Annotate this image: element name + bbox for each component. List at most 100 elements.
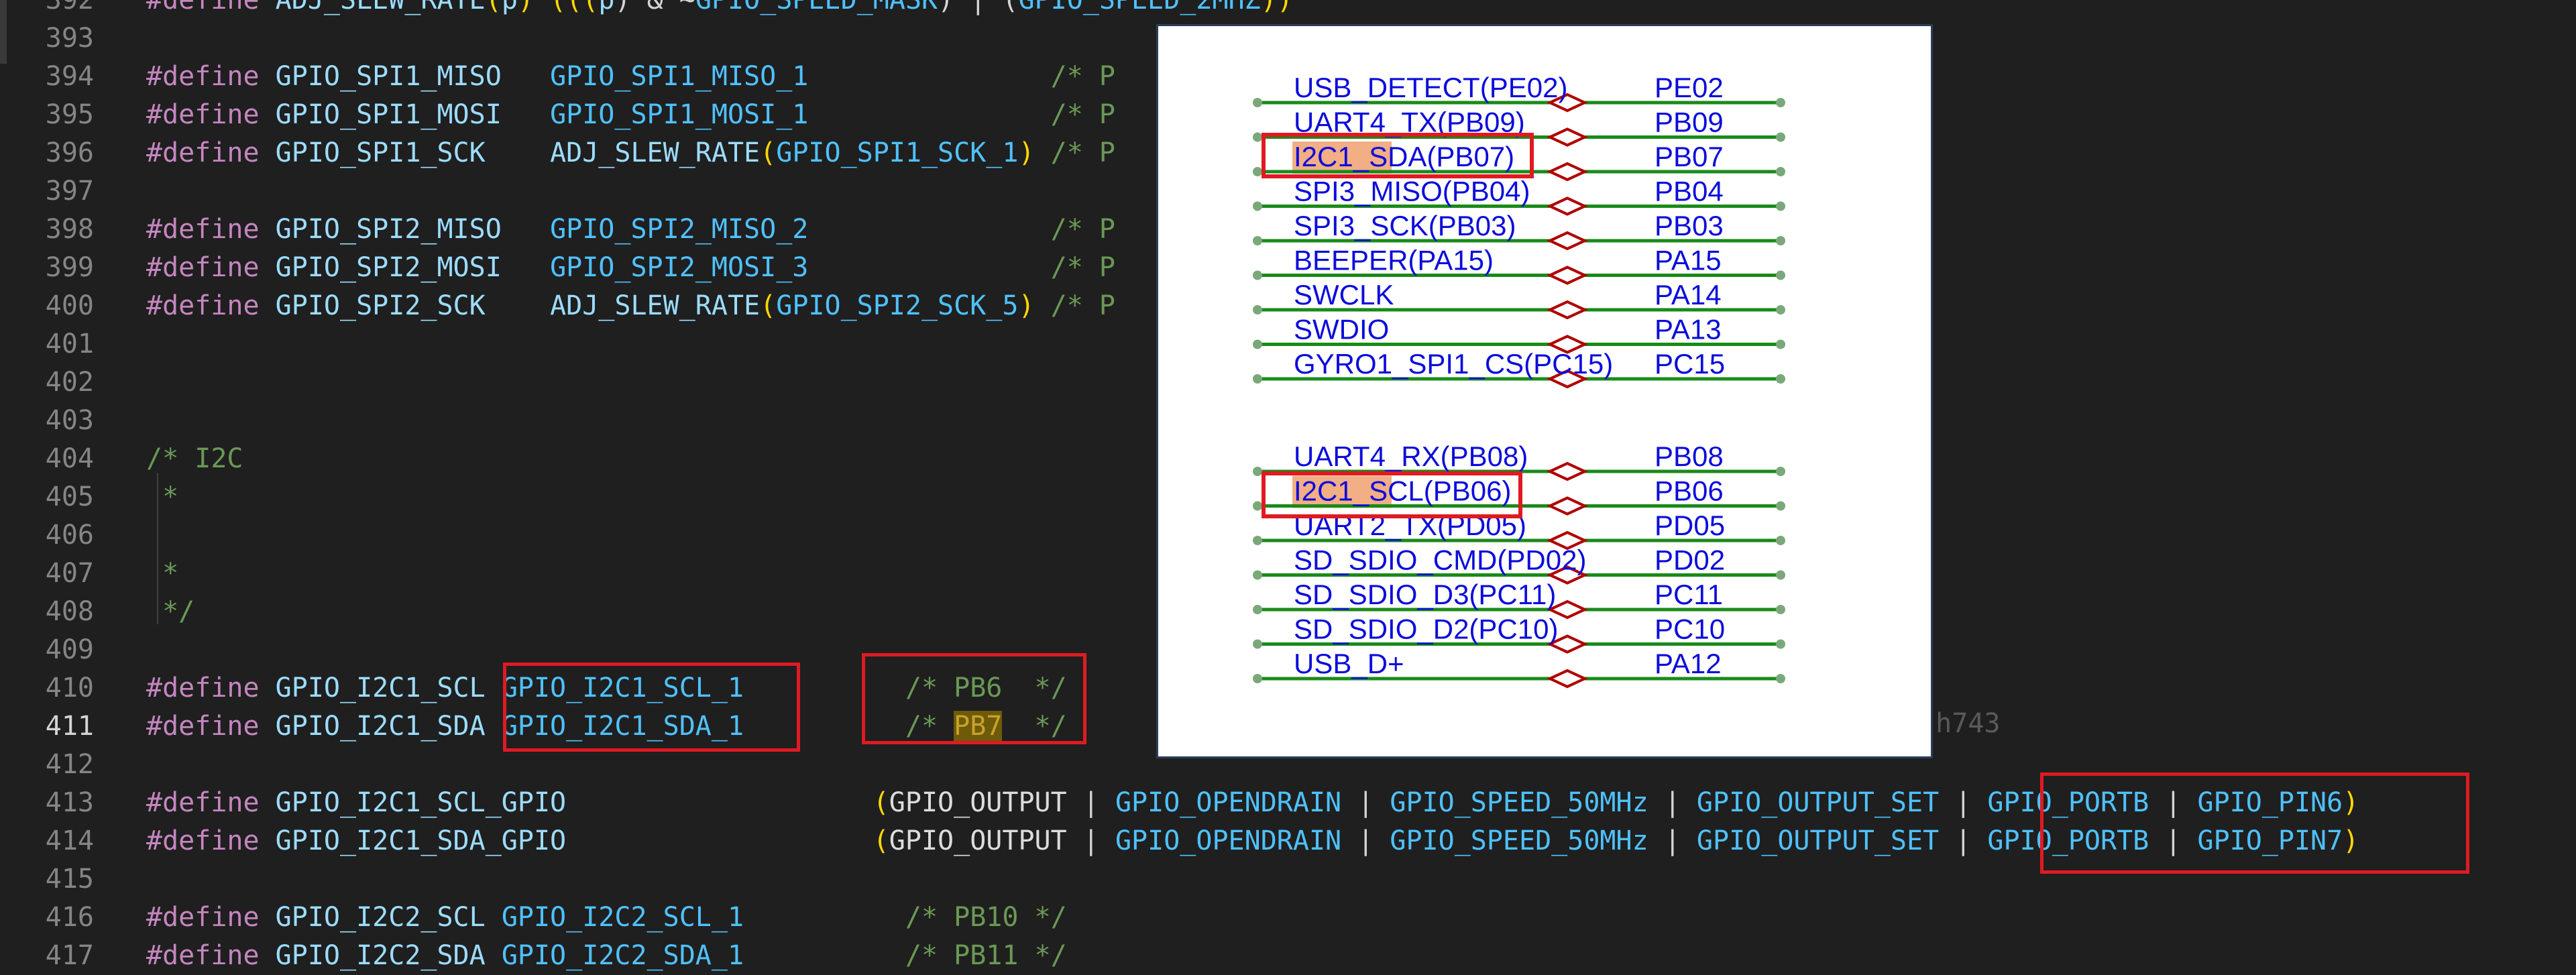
line-number: 411 [45, 711, 94, 742]
code-text[interactable]: */ [146, 593, 194, 631]
code-token: GPIO_SPI1_MISO [275, 61, 551, 92]
code-token: ) [517, 0, 551, 15]
code-token: GPIO_SPI1_MOSI_1 [550, 99, 1051, 130]
line-number: 394 [45, 61, 94, 92]
port-diamond [1547, 669, 1588, 689]
code-text[interactable]: #define GPIO_SPI2_MOSI GPIO_SPI2_MOSI_3 … [146, 249, 1115, 287]
code-token: ADJ_SLEW_RATE [275, 0, 486, 15]
code-token: ( [760, 290, 777, 321]
code-token: /* P [1050, 252, 1115, 283]
code-token: ( [485, 0, 502, 15]
wire-endpoint [1253, 305, 1262, 314]
code-text[interactable]: #define GPIO_SPI1_MOSI GPIO_SPI1_MOSI_1 … [146, 96, 1115, 134]
port-diamond [1547, 127, 1588, 147]
code-line[interactable]: 417 #define GPIO_I2C2_SDA GPIO_I2C2_SDA_1… [0, 937, 2576, 975]
code-text[interactable]: /* I2C [146, 440, 243, 478]
line-number: 393 [45, 23, 94, 54]
port-diamond [1547, 496, 1588, 516]
line-number: 402 [45, 367, 94, 398]
code-token: GPIO_I2C1_SCL_GPIO [275, 787, 873, 818]
code-text[interactable]: #define GPIO_I2C2_SCL GPIO_I2C2_SCL_1 /*… [146, 899, 1067, 937]
code-token: GPIO_I2C1_SCL [275, 673, 502, 703]
pin-label: PB06 [1655, 475, 1724, 507]
code-token: GPIO_SPI1_MOSI [275, 99, 551, 130]
wire-endpoint [1253, 374, 1262, 384]
wire-endpoint [1253, 570, 1262, 580]
code-token: GPIO_SPI1_SCK_1 [776, 137, 1019, 168]
annotation-box-i2c1-defines [503, 663, 800, 752]
wire-endpoint [1253, 639, 1262, 649]
code-text[interactable]: #define GPIO_SPI2_MISO GPIO_SPI2_MISO_2 … [146, 211, 1115, 249]
line-number: 397 [45, 176, 94, 207]
code-text[interactable]: #define GPIO_SPI2_SCK ADJ_SLEW_RATE(GPIO… [146, 287, 1115, 325]
code-token: ) | ( [938, 0, 1019, 15]
code-token: GPIO_I2C2_SCL [275, 902, 502, 933]
code-text[interactable]: #define ADJ_SLEW_RATE(p) (((p) & ~GPIO_S… [146, 0, 1293, 19]
pin-label: PC11 [1655, 579, 1723, 610]
code-token: GPIO_SPI2_MOSI_3 [550, 252, 1051, 283]
code-token: | [1939, 787, 1988, 818]
wire-endpoint [1253, 501, 1262, 511]
code-token: ( [760, 137, 777, 168]
port-diamond [1547, 266, 1588, 285]
code-token: #define [146, 290, 276, 321]
code-token: GPIO_SPEED_MASK [695, 0, 938, 15]
code-token: /* P [1050, 290, 1115, 321]
code-line[interactable]: 392 #define ADJ_SLEW_RATE(p) (((p) & ~GPI… [0, 0, 2576, 19]
code-token: GPIO_SPI2_SCK [275, 290, 551, 321]
line-number: 401 [45, 329, 94, 359]
code-token: * [146, 558, 179, 589]
line-number: 412 [45, 749, 94, 780]
signal-label: I2C1_SCL(PB06) [1294, 475, 1512, 507]
code-token: #define [146, 252, 276, 283]
code-token: GPIO_OUTPUT_SET [1696, 825, 1940, 856]
code-text[interactable]: * [146, 478, 178, 516]
code-token: GPIO_SPI2_SCK_5 [776, 290, 1019, 321]
code-token: | [1939, 825, 1988, 856]
signal-label: BEEPER(PA15) [1294, 245, 1494, 276]
signal-label: I2C1_SDA(PB07) [1294, 141, 1514, 172]
code-token: #define [146, 787, 276, 818]
port-diamond [1547, 196, 1588, 216]
code-text[interactable]: #define GPIO_I2C2_SDA GPIO_I2C2_SDA_1 /*… [146, 937, 1067, 975]
signal-label: USB_DETECT(PE02) [1294, 72, 1567, 103]
signal-label: GYRO1_SPI1_CS(PC15) [1294, 348, 1613, 380]
code-text[interactable]: #define GPIO_SPI1_SCK ADJ_SLEW_RATE(GPIO… [146, 134, 1115, 172]
line-number: 392 [45, 0, 94, 15]
code-token: /* PB11 */ [905, 940, 1067, 971]
code-text[interactable]: #define GPIO_I2C1_SDA_GPIO (GPIO_OUTPUT … [146, 822, 2359, 860]
code-text[interactable]: * [146, 555, 178, 593]
code-text[interactable]: #define GPIO_SPI1_MISO GPIO_SPI1_MISO_1 … [146, 58, 1115, 96]
signal-label: SWDIO [1294, 314, 1389, 345]
code-token: GPIO_I2C1_SDA_GPIO [275, 825, 873, 856]
wire-endpoint [1253, 467, 1262, 476]
code-token: GPIO_OUTPUT [889, 825, 1067, 856]
pin-label: PE02 [1655, 72, 1724, 103]
wire-endpoint [1253, 98, 1262, 107]
code-text[interactable]: #define GPIO_I2C1_SCL_GPIO (GPIO_OUTPUT … [146, 784, 2359, 822]
code-token: #define [146, 137, 276, 168]
wire-endpoint [1776, 674, 1785, 683]
wire-endpoint [1776, 305, 1785, 314]
line-number: 417 [45, 940, 94, 971]
pin-label: PD02 [1655, 544, 1725, 576]
code-token: GPIO_I2C2_SCL_1 [501, 902, 905, 933]
wire-endpoint [1776, 536, 1785, 545]
pin-label: PA14 [1655, 279, 1722, 310]
line-number: 405 [45, 481, 94, 512]
code-token: */ [146, 596, 195, 627]
code-token: | [1648, 787, 1697, 818]
code-line[interactable]: 416 #define GPIO_I2C2_SCL GPIO_I2C2_SCL_1… [0, 899, 2576, 937]
code-token: GPIO_SPI2_MISO [275, 214, 551, 245]
code-token: #define [146, 214, 276, 245]
code-token: /* P [1050, 99, 1115, 130]
wire-endpoint [1776, 501, 1785, 511]
code-token: | [1066, 825, 1115, 856]
code-token: #define [146, 902, 276, 933]
code-token: /* P [1050, 214, 1115, 245]
wire-endpoint [1776, 132, 1785, 142]
code-token: #define [146, 825, 276, 856]
signal-label: SPI3_MISO(PB04) [1294, 176, 1530, 207]
code-token: GPIO_SPI1_MISO_1 [550, 61, 1051, 92]
code-token: ) [1018, 290, 1051, 321]
